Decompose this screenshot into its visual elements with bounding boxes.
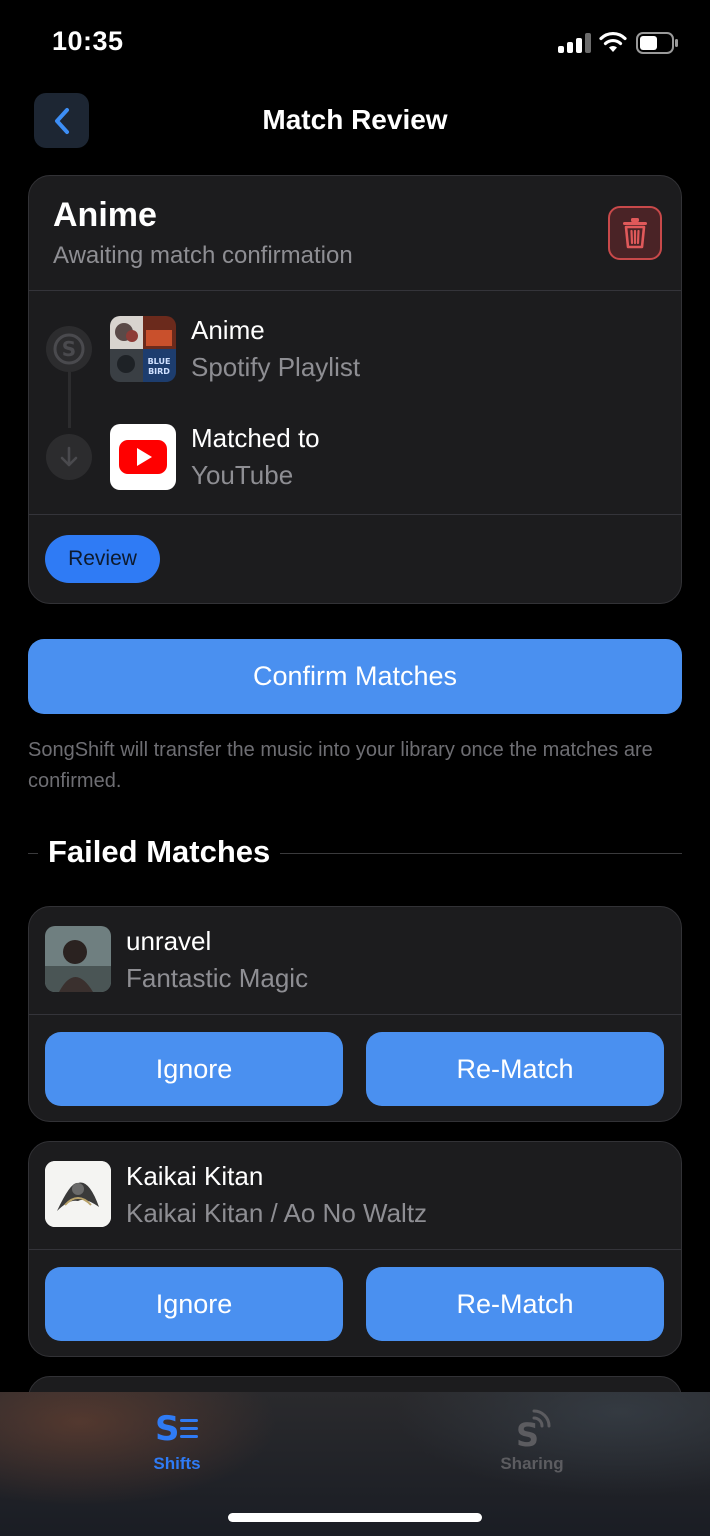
destination-service: YouTube bbox=[191, 460, 294, 490]
svg-text:S: S bbox=[516, 1416, 539, 1450]
trash-icon bbox=[623, 218, 647, 249]
rematch-button[interactable]: Re-Match bbox=[366, 1267, 664, 1341]
confirm-footnote: SongShift will transfer the music into y… bbox=[28, 739, 653, 792]
track-title: unravel bbox=[126, 926, 212, 956]
source-playlist-name: Anime bbox=[191, 315, 265, 345]
failed-match-item: unravel Fantastic Magic Ignore Re-Match bbox=[28, 906, 682, 1122]
track-artwork bbox=[45, 926, 111, 992]
shifts-icon: S bbox=[155, 1410, 198, 1444]
destination-label: Matched to bbox=[191, 423, 320, 453]
ignore-button[interactable]: Ignore bbox=[45, 1032, 343, 1106]
battery-icon bbox=[636, 32, 678, 54]
failed-matches-title: Failed Matches bbox=[38, 834, 281, 870]
failed-match-item: Kaikai Kitan Kaikai Kitan / Ao No Waltz … bbox=[28, 1141, 682, 1357]
track-subtitle: Kaikai Kitan / Ao No Waltz bbox=[126, 1198, 428, 1228]
shift-title: Anime bbox=[53, 196, 157, 234]
svg-text:S: S bbox=[62, 337, 76, 361]
tab-shifts[interactable]: S Shifts bbox=[107, 1402, 247, 1482]
arrow-down-icon bbox=[46, 434, 92, 480]
source-playlist-type: Spotify Playlist bbox=[191, 352, 361, 382]
cellular-signal-icon bbox=[558, 33, 592, 53]
songshift-source-icon: S bbox=[46, 326, 92, 372]
home-indicator bbox=[228, 1513, 482, 1522]
tab-shifts-label: Shifts bbox=[153, 1454, 201, 1473]
sharing-icon: S bbox=[516, 1409, 551, 1450]
svg-text:BIRD: BIRD bbox=[148, 367, 170, 376]
youtube-logo-icon bbox=[110, 424, 176, 490]
review-status-chip[interactable]: Review bbox=[45, 535, 160, 583]
tab-sharing[interactable]: S Sharing bbox=[462, 1402, 602, 1482]
track-artwork bbox=[45, 1161, 111, 1227]
wifi-icon bbox=[599, 31, 627, 52]
delete-shift-button[interactable] bbox=[608, 206, 662, 260]
svg-text:S: S bbox=[155, 1410, 180, 1444]
status-time: 10:35 bbox=[52, 26, 124, 56]
playlist-artwork: BLUE BIRD bbox=[110, 316, 176, 382]
status-bar: 10:35 bbox=[0, 0, 710, 86]
page-title: Match Review bbox=[262, 104, 448, 135]
tab-sharing-label: Sharing bbox=[500, 1454, 564, 1473]
ignore-button[interactable]: Ignore bbox=[45, 1267, 343, 1341]
shift-subtitle: Awaiting match confirmation bbox=[53, 242, 353, 269]
track-subtitle: Fantastic Magic bbox=[126, 963, 309, 993]
track-title: Kaikai Kitan bbox=[126, 1161, 264, 1191]
shift-card: Anime Awaiting match confirmation S BLUE… bbox=[28, 175, 682, 604]
step-connector bbox=[68, 372, 71, 428]
confirm-matches-button[interactable]: Confirm Matches bbox=[28, 639, 682, 714]
svg-text:BLUE: BLUE bbox=[148, 357, 171, 366]
rematch-button[interactable]: Re-Match bbox=[366, 1032, 664, 1106]
